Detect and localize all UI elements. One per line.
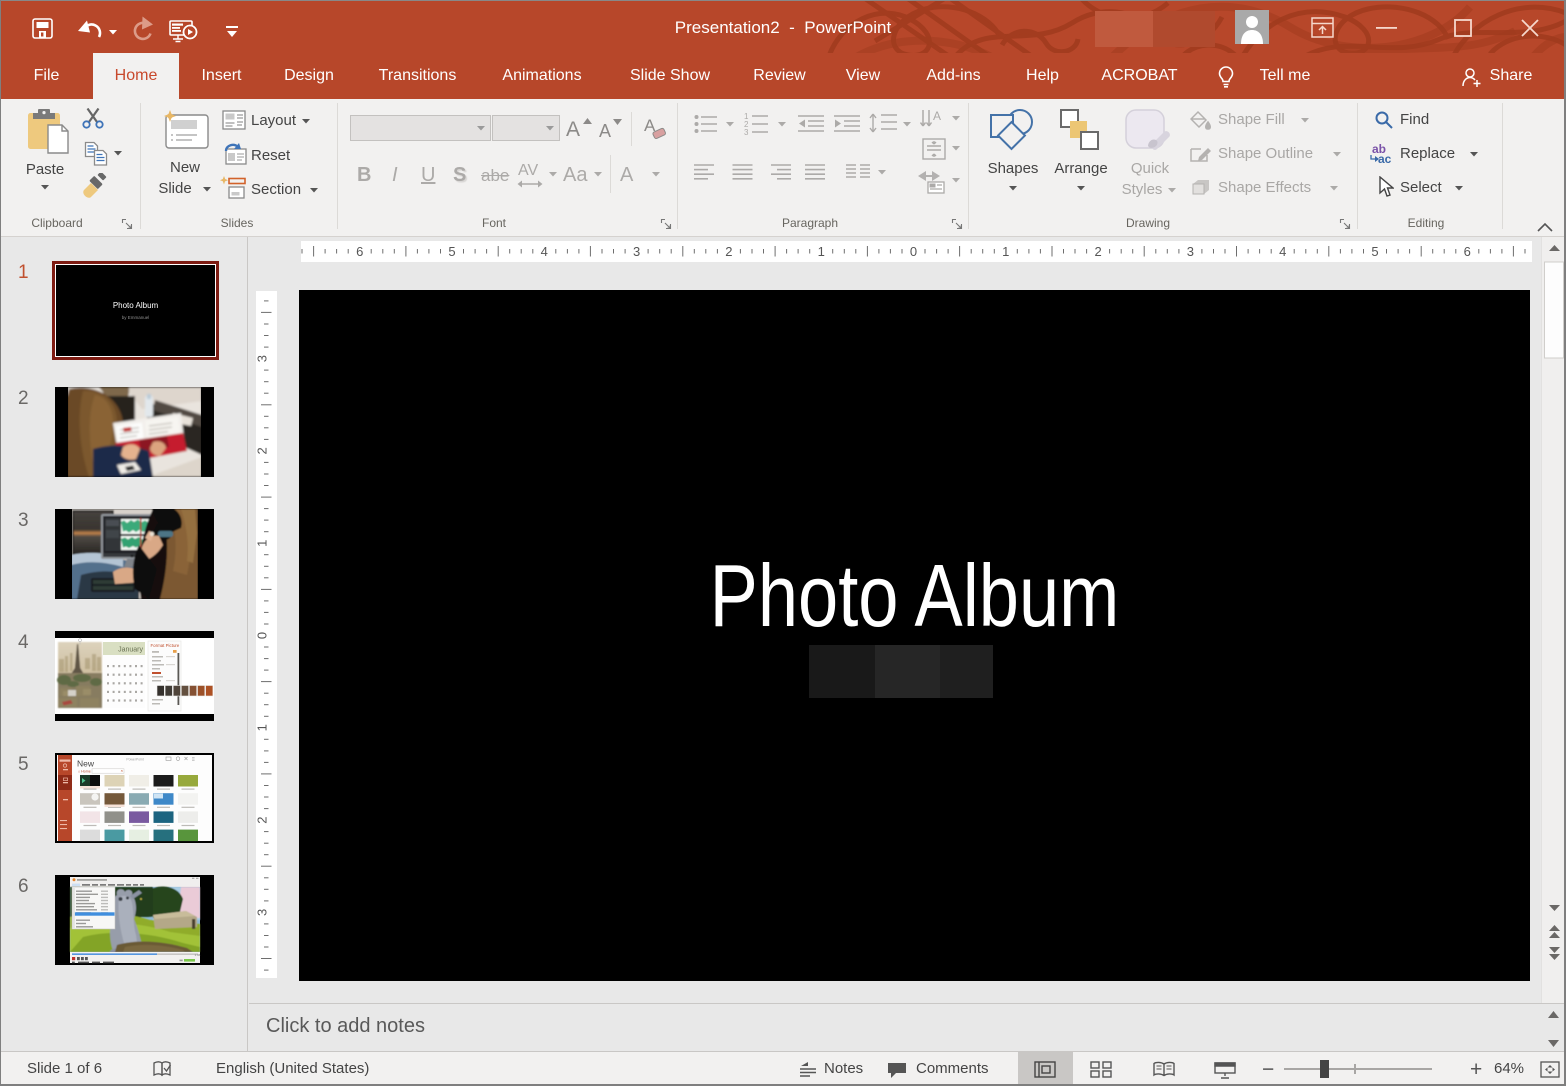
svg-text:⌂ Home: ⌂ Home — [78, 770, 91, 774]
svg-text:2: 2 — [725, 244, 732, 259]
svg-text:6: 6 — [356, 244, 363, 259]
svg-text:0: 0 — [910, 244, 917, 259]
svg-text:Format Picture: Format Picture — [151, 643, 180, 648]
svg-text:PowerPoint: PowerPoint — [126, 758, 143, 762]
svg-text:January: January — [118, 647, 143, 654]
svg-text:3: 3 — [1187, 244, 1194, 259]
svg-text:3: 3 — [256, 909, 270, 916]
svg-text:6: 6 — [1464, 244, 1471, 259]
svg-text:3: 3 — [744, 128, 749, 136]
svg-text:1:06: 1:06 — [195, 953, 201, 957]
svg-text:1: 1 — [1002, 244, 1009, 259]
svg-text:5: 5 — [1371, 244, 1378, 259]
svg-text:5: 5 — [448, 244, 455, 259]
svg-text:1: 1 — [256, 724, 270, 731]
svg-text:4: 4 — [541, 244, 548, 259]
svg-text:New: New — [77, 759, 95, 769]
svg-text:2: 2 — [256, 816, 270, 823]
svg-text:A: A — [933, 109, 941, 123]
svg-text:1: 1 — [256, 540, 270, 547]
svg-text:0: 0 — [256, 632, 270, 639]
svg-text:2: 2 — [256, 447, 270, 454]
svg-text:3: 3 — [256, 355, 270, 362]
svg-text:4: 4 — [1279, 244, 1286, 259]
svg-text:3: 3 — [633, 244, 640, 259]
svg-text:1: 1 — [818, 244, 825, 259]
svg-text:2: 2 — [1094, 244, 1101, 259]
